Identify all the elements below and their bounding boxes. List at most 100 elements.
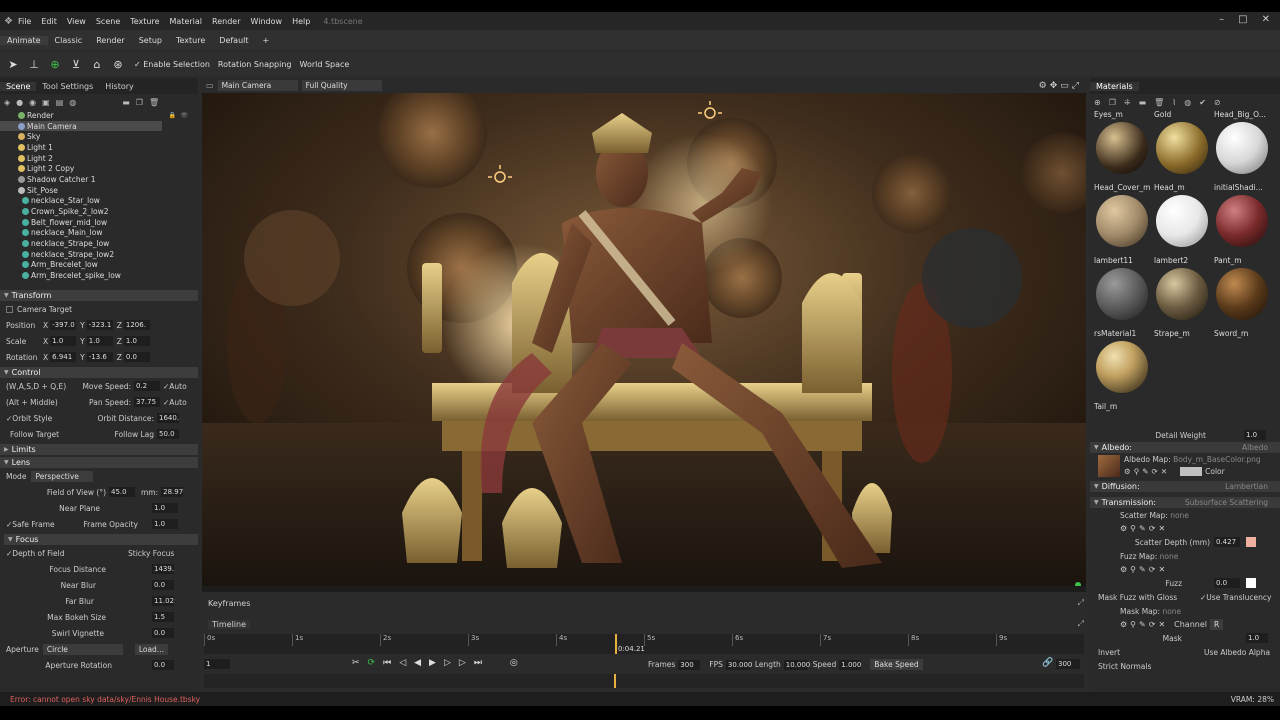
render-viewport[interactable] — [202, 93, 1086, 586]
delete-icon[interactable]: 🗑 — [149, 98, 159, 107]
camera-target-row[interactable]: Camera Target — [0, 301, 198, 317]
color-swatch[interactable] — [1180, 467, 1203, 476]
go-to-end-icon[interactable]: ⏭ — [474, 658, 482, 668]
rotation-y-field[interactable]: -13.6 — [86, 352, 113, 362]
next-key-icon[interactable]: ▷ — [459, 658, 466, 668]
tab-history[interactable]: History — [99, 82, 139, 91]
playhead[interactable] — [615, 634, 617, 654]
fuzz-map-value[interactable]: none — [1160, 552, 1179, 561]
follow-lag-field[interactable]: 50.0 — [157, 429, 179, 439]
length-field[interactable]: 10.000 — [783, 659, 810, 670]
menu-texture[interactable]: Texture — [125, 17, 164, 26]
select-arrow-icon[interactable]: ➤ — [5, 56, 21, 72]
search-icon[interactable]: ⚲ — [1130, 620, 1136, 629]
lens-section[interactable]: Lens — [0, 457, 198, 468]
strict-normals-checkbox[interactable]: Strict Normals — [1098, 662, 1151, 671]
tab-materials[interactable]: Materials — [1090, 81, 1139, 91]
clear-icon[interactable]: ✕ — [1161, 467, 1167, 476]
tree-item-mesh[interactable]: necklace_Star_low — [0, 196, 198, 207]
tree-item-sit-pose[interactable]: Sit_Pose — [0, 185, 198, 196]
far-blur-field[interactable]: 11.02 — [152, 596, 174, 606]
search-icon[interactable]: ⚲ — [1134, 467, 1140, 476]
scatter-depth-field[interactable]: 0.427 — [1214, 537, 1240, 547]
rotation-x-field[interactable]: 6.941 — [50, 352, 77, 362]
control-section[interactable]: Control — [0, 367, 198, 378]
bake-speed-button[interactable]: Bake Speed — [870, 659, 923, 670]
menu-render[interactable]: Render — [207, 17, 245, 26]
timeline-ruler[interactable]: 0s 1s 2s 3s 4s 5s 6s 7s 8s 9s 0:04.21 — [204, 634, 1084, 654]
add-tab-button[interactable]: + — [256, 36, 277, 45]
expand-icon[interactable]: ⤢ — [1078, 598, 1084, 608]
load-button[interactable]: Load... — [134, 643, 168, 655]
near-plane-field[interactable]: 1.0 — [152, 503, 178, 513]
tree-item-mesh[interactable]: necklace_Main_low — [0, 228, 198, 239]
aperture-rotation-field[interactable]: 0.0 — [152, 660, 174, 670]
viewport-settings-icon[interactable]: ⚙✥▭⤢ — [1039, 81, 1082, 91]
refresh-icon[interactable]: ⟳ — [1149, 620, 1156, 629]
scale-z-field[interactable]: 1.0 — [123, 336, 150, 346]
focus-distance-field[interactable]: 1439. — [152, 564, 174, 574]
loop-icon[interactable]: ⟳ — [368, 658, 376, 668]
tree-item-mesh[interactable]: Arm_Brecelet_spike_low — [0, 270, 198, 281]
tree-item-sky[interactable]: Sky — [0, 131, 198, 142]
cut-icon[interactable]: ✂ — [352, 658, 360, 668]
fps-field[interactable]: 30.000 — [725, 659, 752, 670]
refresh-icon[interactable]: ⟳ — [1152, 467, 1158, 476]
fov-field[interactable]: 45.0 — [109, 487, 135, 497]
mask-fuzz-checkbox[interactable]: Mask Fuzz with Gloss — [1098, 593, 1200, 602]
material-thumb[interactable]: Sword_m — [1214, 266, 1270, 338]
follow-target-checkbox[interactable]: Follow Target — [6, 430, 76, 439]
tab-texture[interactable]: Texture — [169, 36, 212, 45]
disable-icon[interactable]: ⊘ — [1214, 98, 1221, 107]
material-thumb[interactable]: Head_Cover_m — [1094, 120, 1150, 192]
move-speed-field[interactable]: 0.2 — [134, 381, 160, 391]
maximize-icon[interactable]: □ — [1238, 14, 1247, 25]
orbit-style-checkbox[interactable]: ✓Orbit Style — [6, 414, 76, 423]
camera-dropdown[interactable]: Main Camera — [217, 80, 298, 91]
material-thumb[interactable]: lambert2 — [1154, 193, 1210, 265]
select-icon[interactable]: ◍ — [1184, 98, 1191, 107]
scatter-color-swatch[interactable] — [1246, 537, 1256, 547]
move-gizmo-icon[interactable]: ⊥ — [26, 56, 42, 72]
albedo-map-file[interactable]: Body_m_BaseColor.png — [1173, 455, 1261, 464]
gear-icon[interactable]: ⚙ — [1124, 467, 1131, 476]
fuzz-field[interactable]: 0.0 — [1214, 578, 1240, 588]
orbit-distance-field[interactable]: 1640. — [157, 413, 179, 423]
pivot-icon[interactable]: ⌂ — [89, 56, 105, 72]
mask-field[interactable]: 1.0 — [1246, 633, 1268, 643]
material-label[interactable]: Gold — [1154, 110, 1171, 119]
invert-checkbox[interactable]: Invert — [1098, 648, 1204, 657]
channel-dropdown[interactable]: R — [1209, 619, 1224, 630]
max-bokeh-field[interactable]: 1.5 — [152, 612, 174, 622]
focus-section[interactable]: Focus — [4, 534, 198, 545]
diffusion-section[interactable]: Diffusion: Lambertian — [1090, 481, 1280, 492]
clear-icon[interactable]: ✕ — [1158, 620, 1165, 629]
mask-map-value[interactable]: none — [1162, 607, 1181, 616]
rotation-snapping-toggle[interactable]: Rotation Snapping — [218, 60, 292, 69]
add-camera-icon[interactable]: ◉ — [29, 98, 36, 107]
tree-item-light-2[interactable]: Light 2 — [0, 153, 198, 164]
position-x-field[interactable]: -397.0 — [50, 320, 77, 330]
clear-icon[interactable]: ✕ — [1158, 524, 1165, 533]
menu-file[interactable]: File — [13, 17, 36, 26]
record-icon[interactable]: ◎ — [510, 658, 518, 668]
enable-selection-toggle[interactable]: ✓ Enable Selection — [134, 60, 210, 69]
material-thumb[interactable]: lambert11 — [1094, 193, 1150, 265]
tab-tool-settings[interactable]: Tool Settings — [36, 82, 99, 91]
tree-item-shadow-catcher[interactable]: Shadow Catcher 1 — [0, 174, 198, 185]
delete-icon[interactable]: 🗑 — [1154, 98, 1164, 107]
expand-icon[interactable]: ⤢ — [1078, 619, 1084, 629]
link-icon[interactable]: 🔗 — [1042, 658, 1053, 668]
add-material-icon[interactable]: ⊕ — [1094, 98, 1101, 107]
diffusion-type-dropdown[interactable]: Lambertian — [1225, 482, 1268, 491]
albedo-thumbnail[interactable] — [1098, 455, 1120, 477]
gear-icon[interactable]: ⚙ — [1120, 620, 1127, 629]
menu-material[interactable]: Material — [165, 17, 208, 26]
tree-item-mesh[interactable]: necklace_Strape_low — [0, 238, 198, 249]
speed-field[interactable]: 1.000 — [839, 659, 861, 670]
brush-icon[interactable]: ✎ — [1142, 467, 1148, 476]
rotation-z-field[interactable]: 0.0 — [123, 352, 150, 362]
albedo-type-dropdown[interactable]: Albedo — [1242, 443, 1268, 452]
tab-scene[interactable]: Scene — [0, 81, 37, 91]
pan-speed-field[interactable]: 37.75 — [134, 397, 160, 407]
